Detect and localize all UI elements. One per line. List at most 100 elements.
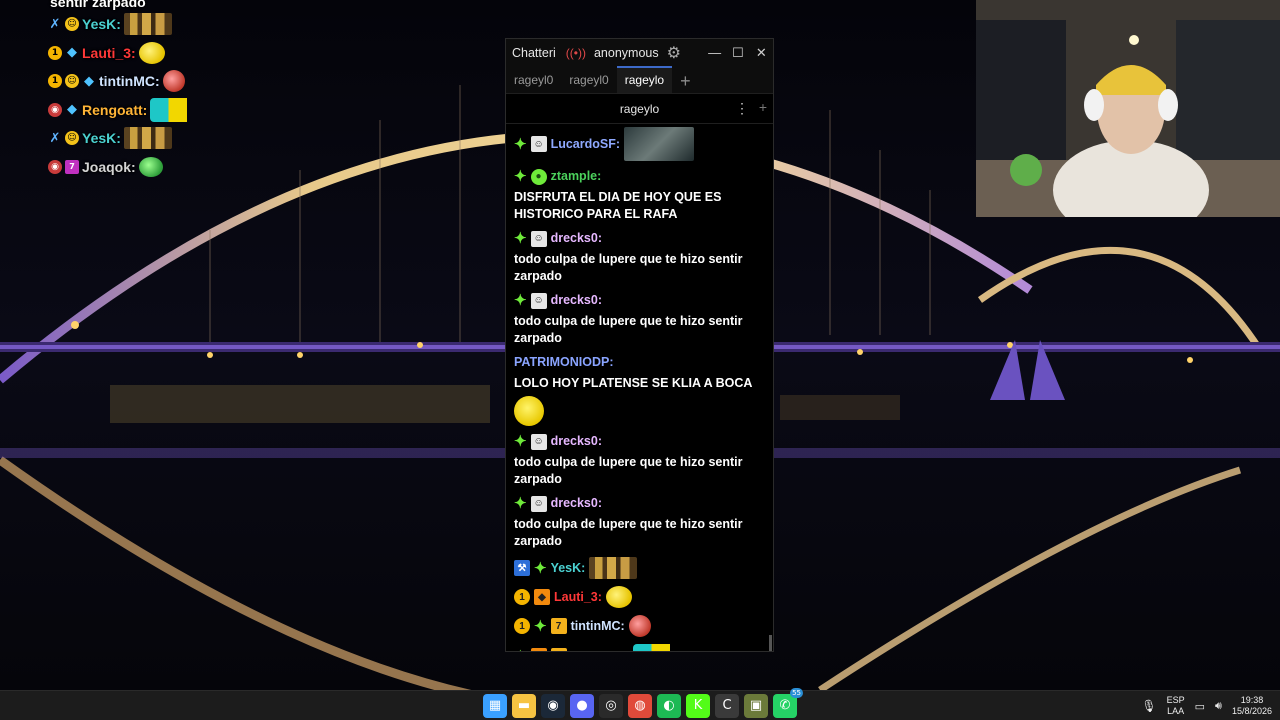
wide-yellow-emote[interactable] <box>150 97 197 122</box>
chat-message[interactable]: PATRIMONIODP: LOLO HOY PLATENSE SE KLIA A… <box>514 354 765 426</box>
message-line: ✦ ☺ drecks0: todo culpa de lupere que te hi… <box>514 230 765 285</box>
sparkle-badge-icon: ✦ <box>514 135 527 153</box>
message-line: 1 ✦ 7 tintinMC: <box>514 615 765 637</box>
overlay-chat-row: ◉ ◆ Rengoatt: <box>48 96 288 125</box>
notification-badge: 55 <box>790 687 803 698</box>
discord-icon[interactable]: ● <box>570 693 594 718</box>
frog-emote[interactable] <box>138 156 163 177</box>
red-blob-emote[interactable] <box>628 615 651 637</box>
whatsapp-icon[interactable]: ✆ 55 <box>773 687 803 718</box>
yellow-pc-emote[interactable] <box>138 41 165 64</box>
sparkle-badge-icon: ✦ <box>514 648 527 652</box>
chat-message[interactable]: ✦ ● ztample: DISFRUTA EL DIA DE HOY QUE ES … <box>514 168 765 223</box>
add-split-button[interactable]: + <box>759 99 767 115</box>
badge-white-icon: ☺ <box>530 136 547 152</box>
clock-date: 15/8/2026 <box>1231 706 1272 716</box>
tab-rageylo[interactable]: rageylo <box>616 66 673 93</box>
chat-username[interactable]: Lauti_3: <box>554 589 602 606</box>
hammer-badge-icon: ⚒ <box>514 560 530 576</box>
smile-badge-icon: ☺ <box>65 17 79 32</box>
overlay-username: Joaqok: <box>82 158 136 175</box>
chat-username[interactable]: LucardoSF: <box>551 136 620 153</box>
split-menu-button[interactable]: ⋮ <box>735 100 749 117</box>
red-blob-emote[interactable] <box>162 70 185 93</box>
chat-username[interactable]: ztample: <box>551 168 602 185</box>
clock[interactable]: 19:38 15/8/2026 <box>1232 695 1272 717</box>
windows-start-icon[interactable]: ▦ <box>483 693 507 718</box>
neutral-face-emote[interactable] <box>514 396 544 426</box>
sparkle-badge-icon: ✦ <box>534 559 547 577</box>
sparkle-badge-icon: ✦ <box>514 230 527 247</box>
chatterino-window[interactable]: Chatteri ((•)) anonymous ⚙ — ☐ ✕ rageyl0… <box>505 38 774 652</box>
broadcast-icon[interactable]: ((•)) <box>566 46 586 60</box>
chat-message[interactable]: ✦ ☺ drecks0: todo culpa de lupere que te hi… <box>514 230 765 285</box>
message-text: DISFRUTA EL DIA DE HOY QUE ES HISTORICO … <box>514 190 722 221</box>
minimize-button[interactable]: — <box>703 45 726 60</box>
chrome-icon[interactable]: ◍ <box>628 693 652 718</box>
chat-username[interactable]: drecks0: <box>551 230 602 247</box>
7tv-badge-icon: 7 <box>65 159 79 174</box>
maximize-button[interactable]: ☐ <box>726 45 749 61</box>
chat-username[interactable]: drecks0: <box>551 495 602 512</box>
close-button[interactable]: ✕ <box>750 45 773 61</box>
language-indicator[interactable]: ESP LAA <box>1167 695 1185 717</box>
chat-message[interactable]: ⚒ ✦ YesK: <box>514 557 765 579</box>
chat-username[interactable]: tintinMC: <box>571 618 625 635</box>
coin-badge-icon: 1 <box>48 74 62 89</box>
red-badge-icon: ◉ <box>48 102 62 117</box>
system-tray: 🎙︎ ESP LAA ▭ 🔊︎ 19:38 15/8/2026 <box>1141 691 1272 720</box>
message-line: PATRIMONIODP: LOLO HOY PLATENSE SE KLIA A… <box>514 354 765 426</box>
overlay-chat-row: ◉ 7 Joaqok: <box>48 153 288 182</box>
chat-username[interactable]: drecks0: <box>551 292 602 309</box>
chat-message[interactable]: 1 ◆ Lauti_3: <box>514 586 765 608</box>
chat-username[interactable]: drecks0: <box>551 433 602 450</box>
chat-message[interactable]: ✦ ☺ drecks0: todo culpa de lupere que te hi… <box>514 495 765 550</box>
minions-emote[interactable] <box>589 557 638 579</box>
tab-rageyl0-2[interactable]: rageyl0 <box>561 66 616 93</box>
tab-rageyl0-1[interactable]: rageyl0 <box>506 66 561 93</box>
chat-message[interactable]: 1 ✦ 7 tintinMC: <box>514 615 765 637</box>
gear-icon[interactable]: ⚙ <box>667 43 681 63</box>
chatterino-icon[interactable]: C <box>715 693 739 718</box>
kick-icon[interactable]: K <box>686 693 710 718</box>
file-explorer-icon[interactable]: ▬ <box>512 693 536 718</box>
chat-message[interactable]: ✦ ☺ drecks0: todo culpa de lupere que te hi… <box>514 292 765 347</box>
network-icon[interactable]: ▭ <box>1195 700 1205 713</box>
chat-username[interactable]: YesK: <box>551 560 586 577</box>
smile-badge-icon: ☺ <box>65 131 79 146</box>
microphone-icon[interactable]: 🎙︎ <box>1141 699 1156 713</box>
chat-message[interactable]: ✦◆7 Rengoatt: <box>514 644 765 651</box>
chat-message[interactable]: ✦ ☺ drecks0: todo culpa de lupere que te hi… <box>514 433 765 488</box>
spotify-icon[interactable]: ◐ <box>657 693 681 718</box>
message-text: todo culpa de lupere que te hizo sentir … <box>514 252 743 283</box>
app-icon[interactable]: ▣ <box>744 693 768 718</box>
scrollbar[interactable] <box>769 635 772 651</box>
wide-yellow-emote[interactable] <box>632 644 679 651</box>
minions-emote[interactable] <box>123 127 172 150</box>
chat-message[interactable]: ✦ ☺ LucardoSF: <box>514 127 765 161</box>
chat-username[interactable]: Rengoatt: <box>571 648 629 652</box>
window-titlebar[interactable]: Chatteri ((•)) anonymous ⚙ — ☐ ✕ <box>506 39 773 66</box>
badge-white-icon: ☺ <box>530 230 547 247</box>
yellow-pc-emote[interactable] <box>605 586 632 608</box>
badge-white-icon: ☺ <box>530 495 547 512</box>
cube-badge-icon: ◆ <box>530 648 547 651</box>
message-line: ✦ ☺ drecks0: todo culpa de lupere que te hi… <box>514 495 765 550</box>
volume-icon[interactable]: 🔊︎ <box>1215 700 1222 713</box>
obs-icon[interactable]: ◎ <box>599 693 623 718</box>
message-line: ✦ ☺ drecks0: todo culpa de lupere que te hi… <box>514 292 765 347</box>
message-list[interactable]: ✦ ☺ LucardoSF: ✦ ● ztample: DISFRUTA EL DIA DE… <box>506 125 773 651</box>
overlay-chat-row: ✗ ☺ YesK: <box>48 124 288 153</box>
split-header[interactable]: rageylo ⋮ + <box>506 94 773 124</box>
cube-badge-icon: ◆ <box>67 45 77 61</box>
chat-username[interactable]: PATRIMONIODP: <box>514 354 614 371</box>
minions-emote[interactable] <box>123 13 172 36</box>
steam-icon[interactable]: ◉ <box>541 693 565 718</box>
photo-emote[interactable] <box>624 127 695 161</box>
account-name[interactable]: anonymous <box>594 46 659 60</box>
clock-time: 19:38 <box>1240 695 1264 705</box>
stream-chat-overlay: sentir zarpado ✗ ☺ YesK: 1 ◆ Lauti_3: 1 ☺ ◆ tinti… <box>48 0 288 181</box>
coin-badge-icon: 1 <box>514 618 530 634</box>
sparkle-badge-icon: ✦ <box>534 617 547 635</box>
add-tab-button[interactable]: + <box>672 69 699 93</box>
